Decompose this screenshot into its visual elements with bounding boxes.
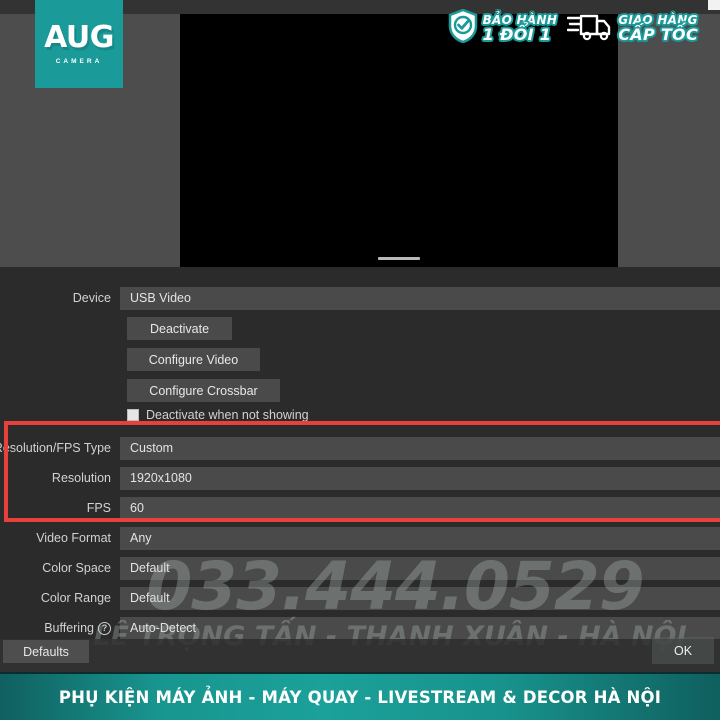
button-row-configure-crossbar: Configure Crossbar	[0, 375, 720, 405]
field-fps[interactable]: 60	[120, 496, 720, 520]
form-row-resolution-fps-type: Resolution/FPS Type Custom	[0, 433, 720, 463]
label-buffering: Buffering ?	[0, 621, 120, 635]
button-row-deactivate: Deactivate	[0, 313, 720, 343]
field-buffering[interactable]: Auto-Detect	[120, 616, 720, 640]
badge-warranty: BẢO HÀNH 1 ĐỔI 1	[448, 8, 558, 48]
field-color-space[interactable]: Default	[120, 556, 720, 580]
logo-main-text: AUG	[44, 20, 114, 55]
video-preview[interactable]	[180, 14, 618, 267]
deactivate-when-not-showing-label: Deactivate when not showing	[146, 408, 309, 422]
label-fps: FPS	[86, 501, 111, 515]
form-row-fps: FPS 60	[0, 493, 720, 523]
deactivate-button[interactable]: Deactivate	[127, 317, 232, 340]
form-row-video-format: Video Format Any	[0, 523, 720, 553]
form-row-color-range: Color Range Default	[0, 583, 720, 613]
preview-resize-handle[interactable]	[378, 257, 420, 260]
button-row-configure-video: Configure Video	[0, 344, 720, 374]
help-icon[interactable]: ?	[98, 621, 111, 635]
aug-camera-logo: AUG CAMERA	[35, 0, 123, 88]
label-resolution-fps-type: Resolution/FPS Type	[0, 441, 111, 455]
field-resolution-fps-type[interactable]: Custom	[120, 436, 720, 460]
logo-sub-text: CAMERA	[55, 58, 103, 65]
shield-check-icon	[448, 8, 478, 48]
label-color-space: Color Space	[42, 561, 111, 575]
deactivate-when-not-showing-checkbox[interactable]	[127, 409, 139, 421]
footer-banner-text: PHỤ KIỆN MÁY ẢNH - MÁY QUAY - LIVESTREAM…	[58, 687, 662, 707]
label-buffering-text: Buffering	[44, 621, 94, 635]
ok-button[interactable]: OK	[652, 637, 714, 664]
configure-crossbar-button[interactable]: Configure Crossbar	[127, 379, 280, 402]
configure-video-button[interactable]: Configure Video	[127, 348, 260, 371]
badge-delivery-line2: CẤP TỐC	[618, 25, 698, 44]
field-device[interactable]: USB Video	[120, 286, 720, 310]
form-row-device: Device USB Video	[0, 283, 720, 313]
promo-badges: BẢO HÀNH 1 ĐỔI 1 GIAO HÀNG CẤP TỐC	[448, 8, 698, 48]
badge-delivery: GIAO HÀNG CẤP TỐC	[567, 11, 698, 46]
defaults-button[interactable]: Defaults	[3, 640, 89, 663]
app-root: AUG CAMERA BẢO HÀNH 1 ĐỔI 1 GIAO HÀNG CẤ…	[0, 0, 720, 720]
top-right-corner-box	[708, 0, 720, 10]
label-video-format: Video Format	[36, 531, 111, 545]
label-color-range: Color Range	[40, 591, 111, 605]
label-resolution: Resolution	[51, 471, 111, 485]
label-device: Device	[72, 291, 111, 305]
field-resolution[interactable]: 1920x1080	[120, 466, 720, 490]
field-video-format[interactable]: Any	[120, 526, 720, 550]
field-color-range[interactable]: Default	[120, 586, 720, 610]
badge-warranty-text: BẢO HÀNH 1 ĐỔI 1	[483, 14, 558, 43]
footer-banner: PHỤ KIỆN MÁY ẢNH - MÁY QUAY - LIVESTREAM…	[0, 674, 720, 720]
footer-divider	[0, 672, 720, 674]
device-properties-panel: Device USB Video Deactivate Configure Vi…	[0, 267, 720, 640]
badge-warranty-line2: 1 ĐỔI 1	[482, 25, 552, 44]
form-row-resolution: Resolution 1920x1080	[0, 463, 720, 493]
badge-delivery-text: GIAO HÀNG CẤP TỐC	[618, 14, 698, 43]
delivery-truck-icon	[567, 11, 613, 46]
deactivate-when-not-showing-row[interactable]: Deactivate when not showing	[127, 408, 309, 422]
form-row-color-space: Color Space Default	[0, 553, 720, 583]
dialog-button-bar	[0, 639, 720, 672]
